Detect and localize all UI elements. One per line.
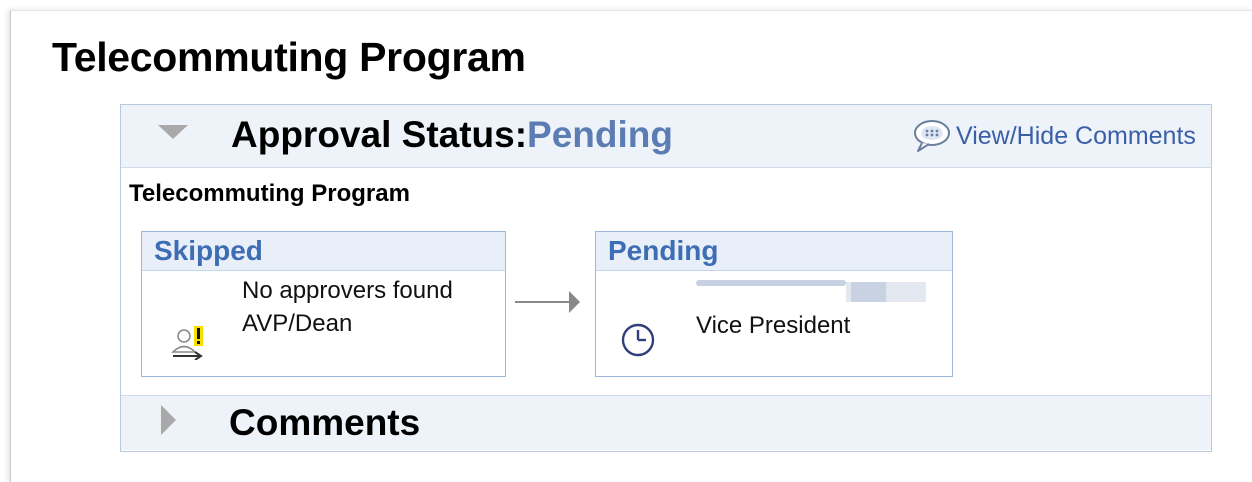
step-status-pending: Pending	[596, 232, 952, 271]
step-status-skipped: Skipped	[142, 232, 505, 271]
clock-icon	[621, 323, 655, 357]
approval-status-label: Approval Status:	[231, 114, 528, 155]
approval-step-skipped: Skipped No approvers found AVP/Dean	[141, 231, 506, 377]
view-hide-comments-button[interactable]: View/Hide Comments	[911, 117, 1196, 155]
approval-status-heading: Approval Status:Pending	[231, 114, 673, 156]
pending-step-text: Vice President	[696, 309, 850, 342]
approval-status-header[interactable]: Approval Status:Pending View/Hide Commen…	[121, 105, 1211, 168]
approval-step-pending: Pending Vice President	[595, 231, 953, 377]
approval-section-title: Telecommuting Program	[129, 180, 410, 207]
view-hide-comments-link[interactable]: View/Hide Comments	[956, 122, 1196, 151]
skipped-step-text: No approvers found AVP/Dean	[242, 274, 453, 340]
skipped-line-1: No approvers found	[242, 277, 453, 304]
comments-section-header[interactable]: Comments	[121, 395, 1211, 450]
step-arrow-icon	[515, 291, 580, 313]
user-warning-icon	[171, 326, 203, 360]
redacted-approver-name	[696, 280, 926, 302]
approval-panel: Approval Status:Pending View/Hide Commen…	[120, 104, 1212, 452]
collapse-down-icon[interactable]	[158, 125, 188, 139]
pending-line-1: Vice President	[696, 312, 851, 339]
page-title: Telecommuting Program	[52, 34, 526, 80]
comments-heading: Comments	[229, 402, 421, 443]
expand-right-icon[interactable]	[161, 405, 176, 435]
speech-bubble-icon[interactable]	[911, 118, 953, 154]
skipped-line-2: AVP/Dean	[242, 310, 353, 337]
approval-status-value: Pending	[527, 114, 673, 155]
